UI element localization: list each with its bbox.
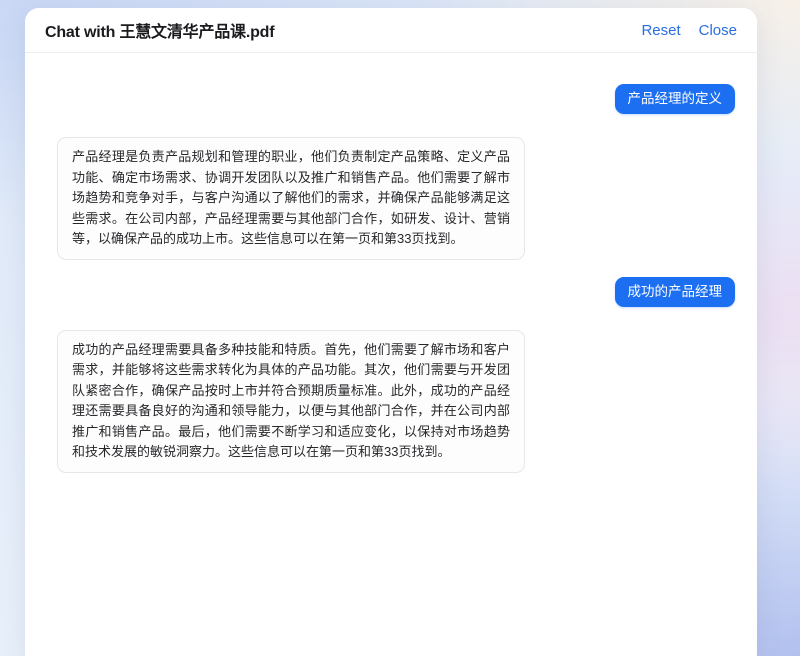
chat-with-pdf-modal: Chat with 王慧文清华产品课.pdf Reset Close 产品经理的… [25, 8, 757, 656]
chat-messages: 产品经理的定义产品经理是负责产品规划和管理的职业，他们负责制定产品策略、定义产品… [25, 53, 757, 656]
document-title: Chat with 王慧文清华产品课.pdf [45, 18, 274, 42]
user-message-bubble: 成功的产品经理 [615, 277, 736, 307]
header-actions: Reset Close [641, 22, 737, 39]
assistant-message-bubble: 成功的产品经理需要具备多种技能和特质。首先，他们需要了解市场和客户需求，并能够将… [57, 330, 525, 473]
user-message-bubble: 产品经理的定义 [615, 84, 736, 114]
modal-header: Chat with 王慧文清华产品课.pdf Reset Close [25, 8, 757, 53]
close-button[interactable]: Close [699, 22, 737, 39]
reset-button[interactable]: Reset [641, 22, 680, 39]
assistant-message-bubble: 产品经理是负责产品规划和管理的职业，他们负责制定产品策略、定义产品功能、确定市场… [57, 137, 525, 260]
